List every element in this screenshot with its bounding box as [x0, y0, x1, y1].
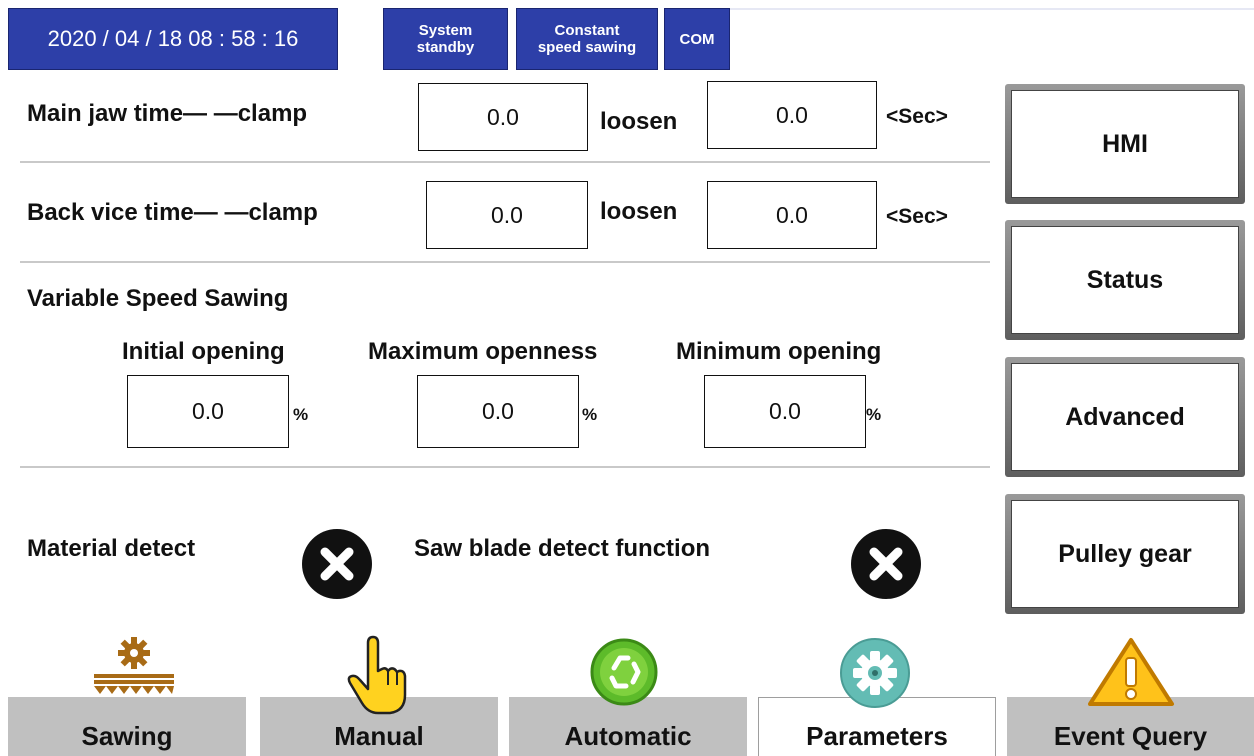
- back-vice-loosen-label: loosen: [600, 198, 678, 225]
- minimum-opening-unit: %: [866, 405, 882, 424]
- main-jaw-unit: <Sec>: [886, 105, 948, 128]
- maximum-openness-unit: %: [582, 405, 598, 424]
- system-status-indicator: System standby: [383, 8, 508, 70]
- hmi-button-label: HMI: [1011, 90, 1239, 198]
- status-button-label: Status: [1011, 226, 1239, 334]
- tab-sawing[interactable]: Sawing: [8, 697, 246, 756]
- main-jaw-loosen-label: loosen: [600, 108, 678, 135]
- tab-sawing-label: Sawing: [81, 721, 173, 751]
- main-jaw-loosen-input[interactable]: 0.0: [707, 81, 877, 149]
- divider: [20, 161, 990, 163]
- maximum-openness-label: Maximum openness: [368, 338, 598, 365]
- back-vice-unit: <Sec>: [886, 205, 948, 228]
- datetime-display: 2020 / 04 / 18 08 : 58 : 16: [8, 8, 338, 70]
- advanced-button[interactable]: Advanced: [1005, 357, 1245, 477]
- maximum-openness-input[interactable]: 0.0: [417, 375, 579, 448]
- saw-blade-detect-label: Saw blade detect function: [414, 535, 711, 562]
- material-detect-label: Material detect: [27, 535, 196, 562]
- pointing-hand-icon: [347, 635, 407, 715]
- main-jaw-clamp-input[interactable]: 0.0: [418, 83, 588, 151]
- back-vice-clamp-input[interactable]: 0.0: [426, 181, 588, 249]
- sawing-mode-indicator: Constant speed sawing: [516, 8, 658, 70]
- main-jaw-label: Main jaw time— —clamp: [27, 100, 308, 127]
- tab-manual-label: Manual: [334, 721, 424, 751]
- header-divider: [730, 8, 1254, 10]
- pulley-gear-button[interactable]: Pulley gear: [1005, 494, 1245, 614]
- minimum-opening-input[interactable]: 0.0: [704, 375, 866, 448]
- tab-automatic-label: Automatic: [564, 721, 692, 751]
- divider: [20, 261, 990, 263]
- tab-parameters-label: Parameters: [806, 721, 948, 751]
- back-vice-loosen-input[interactable]: 0.0: [707, 181, 877, 249]
- status-button[interactable]: Status: [1005, 220, 1245, 340]
- hmi-button[interactable]: HMI: [1005, 84, 1245, 204]
- material-detect-toggle[interactable]: [302, 529, 372, 599]
- tab-event-query-label: Event Query: [1053, 721, 1208, 751]
- gear-icon: [840, 638, 910, 708]
- x-circle-icon: [869, 547, 903, 581]
- variable-speed-title: Variable Speed Sawing: [27, 285, 289, 312]
- advanced-button-label: Advanced: [1011, 363, 1239, 471]
- initial-opening-label: Initial opening: [122, 338, 285, 365]
- x-circle-icon: [320, 547, 354, 581]
- warning-icon: [1088, 638, 1174, 706]
- divider: [20, 466, 990, 468]
- back-vice-label: Back vice time— —clamp: [27, 199, 318, 226]
- com-indicator: COM: [664, 8, 730, 70]
- initial-opening-unit: %: [293, 405, 309, 424]
- saw-blade-icon: [94, 637, 174, 694]
- pulley-gear-button-label: Pulley gear: [1011, 500, 1239, 608]
- recycle-icon: [590, 638, 658, 706]
- initial-opening-input[interactable]: 0.0: [127, 375, 289, 448]
- saw-blade-detect-toggle[interactable]: [851, 529, 921, 599]
- minimum-opening-label: Minimum opening: [676, 338, 882, 365]
